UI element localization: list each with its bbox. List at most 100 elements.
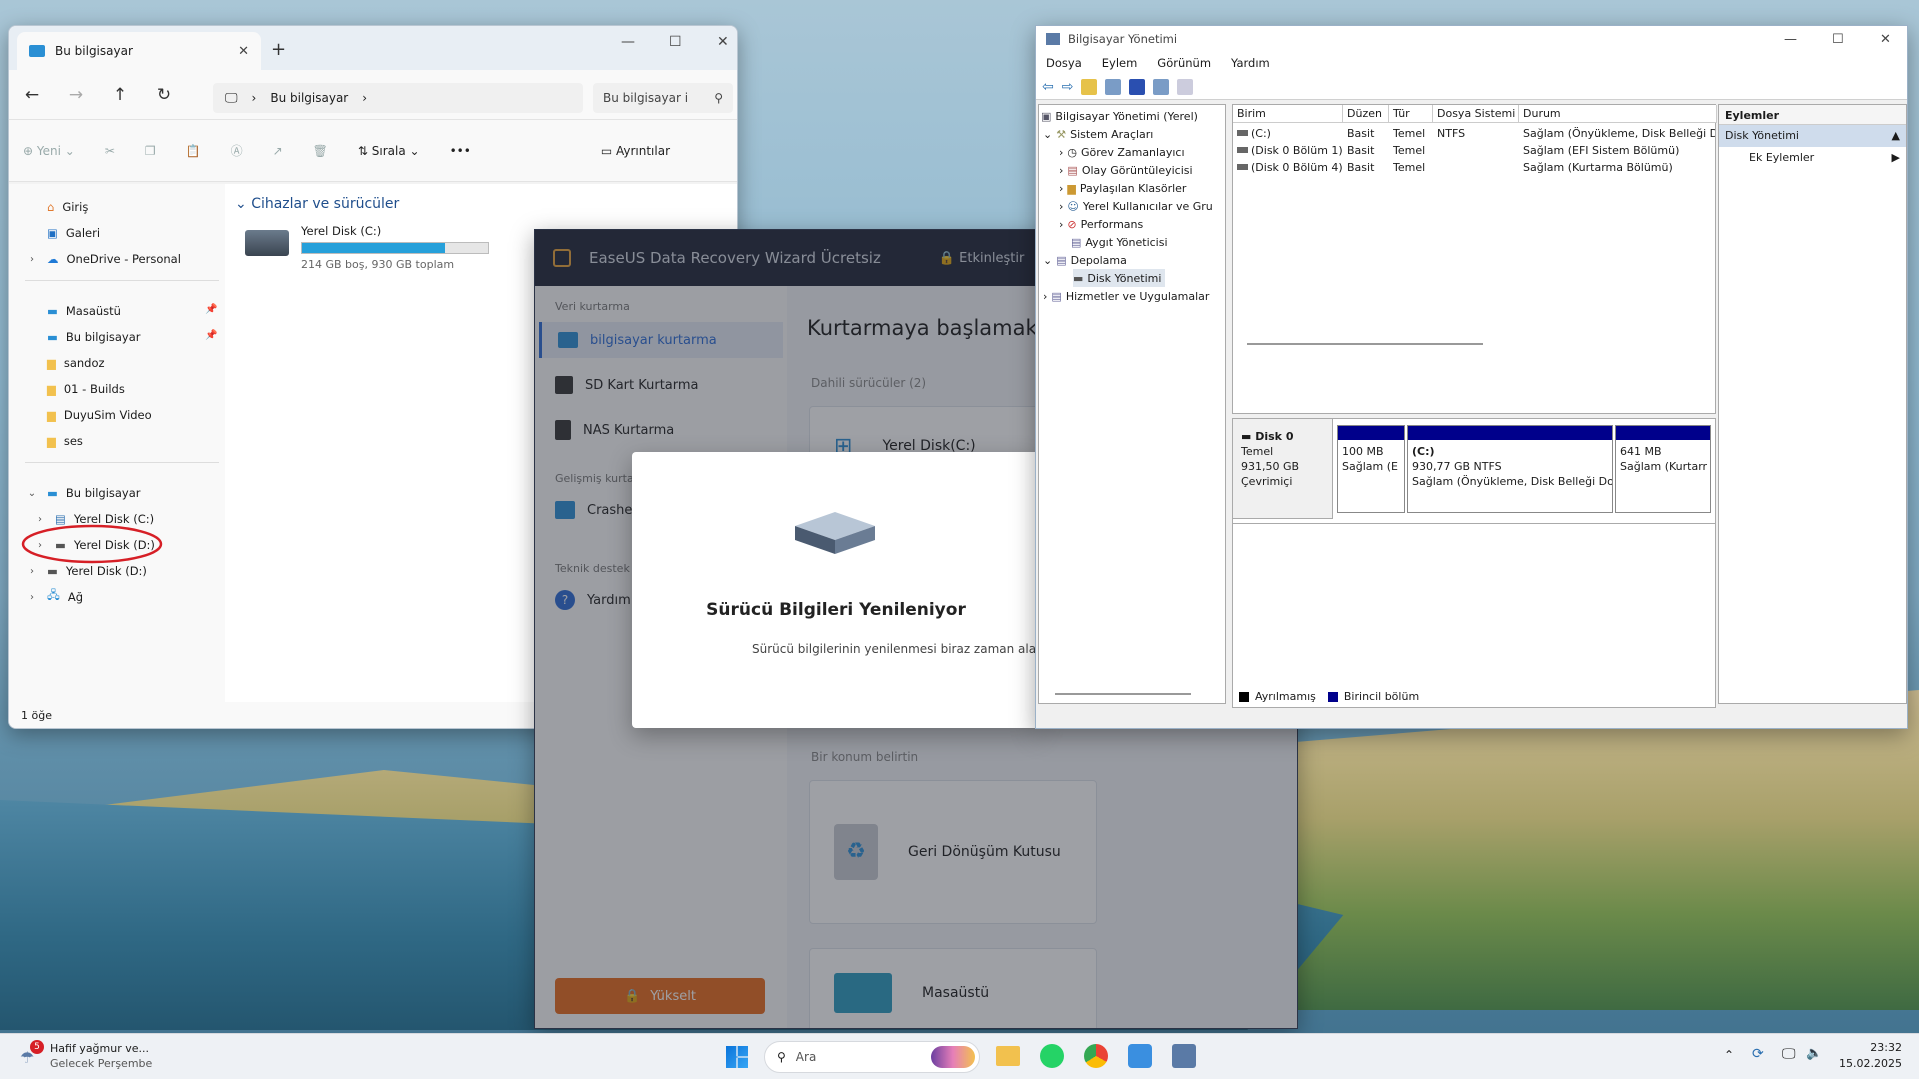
chevron-down-icon[interactable]: ⌄: [1043, 254, 1052, 267]
table-row[interactable]: (C:) Basit Temel NTFS Sağlam (Önyükleme, Dis…: [1233, 125, 1715, 142]
sidebar-item-thispc[interactable]: ⌄ ▬ Bu bilgisayar: [25, 480, 141, 506]
tree-system-tools[interactable]: ⌄ ⚒ Sistem Araçları: [1043, 125, 1153, 143]
table-row[interactable]: (Disk 0 Bölüm 1) Basit Temel Sağlam (EFI Si…: [1233, 142, 1715, 159]
column-header[interactable]: Tür: [1389, 105, 1433, 123]
more-actions-item[interactable]: Ek Eylemler ▶: [1719, 147, 1906, 169]
back-icon[interactable]: ⇦: [1042, 79, 1054, 95]
tree-services[interactable]: › ▤ Hizmetler ve Uygulamalar: [1043, 287, 1209, 305]
minimize-icon[interactable]: —: [621, 34, 635, 50]
help-icon[interactable]: [1129, 78, 1146, 95]
chevron-down-icon[interactable]: ⌄: [1043, 128, 1052, 141]
minimize-icon[interactable]: —: [1784, 32, 1797, 47]
refresh-icon[interactable]: ↻: [155, 85, 173, 105]
volume-icon[interactable]: 🔈: [1806, 1046, 1822, 1061]
sidebar-item-home[interactable]: ⌂ Giriş: [25, 194, 88, 220]
details-button[interactable]: ▭ Ayrıntılar: [601, 144, 670, 158]
tree-device-manager[interactable]: ▤ Aygıt Yöneticisi: [1071, 233, 1168, 251]
weather-widget[interactable]: ☂ 5 Hafif yağmur ve... Gelecek Perşembe: [20, 1040, 190, 1074]
column-header[interactable]: Durum: [1519, 105, 1717, 123]
list-view-icon[interactable]: [1177, 78, 1194, 95]
menu-file[interactable]: Dosya: [1046, 56, 1082, 70]
chevron-right-icon[interactable]: ›: [25, 566, 39, 577]
tree-disk-management[interactable]: ▬ Disk Yönetimi: [1073, 269, 1166, 287]
sidebar-item-desktop[interactable]: ▬ Masaüstü: [25, 298, 121, 324]
properties-icon[interactable]: [1153, 78, 1170, 95]
sidebar-item-thispc-pinned[interactable]: ▬ Bu bilgisayar: [25, 324, 141, 350]
partition-recovery[interactable]: 641 MB Sağlam (Kurtarr: [1615, 425, 1711, 513]
sidebar-item-disk-d-2[interactable]: › ▬ Yerel Disk (D:): [25, 558, 147, 584]
maximize-icon[interactable]: ☐: [669, 34, 682, 50]
partition-efi[interactable]: 100 MB Sağlam (E: [1337, 425, 1405, 513]
chevron-right-icon[interactable]: ›: [25, 254, 39, 265]
chevron-right-icon[interactable]: ›: [1059, 164, 1063, 177]
sidebar-item-duyusim[interactable]: ▆ DuyuSim Video: [25, 402, 152, 428]
chevron-right-icon[interactable]: ›: [1043, 290, 1047, 303]
explorer-tab[interactable]: Bu bilgisayar ✕: [17, 32, 261, 70]
column-header[interactable]: Birim: [1233, 105, 1343, 123]
tree-shared-folders[interactable]: › ▆ Paylaşılan Klasörler: [1059, 179, 1186, 197]
clock[interactable]: 23:32 15.02.2025: [1836, 1040, 1902, 1072]
column-header[interactable]: Düzen: [1343, 105, 1389, 123]
disk-0-info[interactable]: ▬ Disk 0 Temel 931,50 GB Çevrimiçi: [1233, 419, 1333, 519]
sidebar-item-builds[interactable]: ▆ 01 - Builds: [25, 376, 125, 402]
devices-section-header[interactable]: ⌄ Cihazlar ve sürücüler: [235, 196, 399, 212]
forward-icon[interactable]: →: [67, 85, 85, 105]
sort-button[interactable]: ⇅ Sırala ⌄: [358, 144, 420, 158]
show-tree-icon[interactable]: [1105, 78, 1122, 95]
menu-action[interactable]: Eylem: [1102, 56, 1138, 70]
drive-tile-c[interactable]: Yerel Disk (C:) 214 GB boş, 930 GB topla…: [245, 224, 505, 274]
paste-icon[interactable]: 📋: [186, 144, 201, 158]
chevron-right-icon[interactable]: ›: [1059, 146, 1063, 159]
delete-icon[interactable]: 🗑: [313, 144, 328, 158]
network-icon[interactable]: 🖵: [1782, 1046, 1796, 1062]
partition-c[interactable]: (C:) 930,77 GB NTFS Sağlam (Önyükleme, Dis…: [1407, 425, 1613, 513]
tree-local-users[interactable]: › ☺ Yerel Kullanıcılar ve Gru: [1059, 197, 1213, 215]
tree-performance[interactable]: › ⊘ Performans: [1059, 215, 1143, 233]
taskbar-search[interactable]: ⚲ Ara: [764, 1041, 980, 1073]
easeus-taskbar-icon[interactable]: [1128, 1044, 1152, 1068]
sidebar-item-network[interactable]: › 🖧 Ağ: [25, 584, 83, 610]
column-header[interactable]: Dosya Sistemi: [1433, 105, 1519, 123]
horizontal-scrollbar[interactable]: [1055, 693, 1191, 695]
collapse-icon[interactable]: ▲: [1892, 129, 1900, 143]
menu-view[interactable]: Görünüm: [1157, 56, 1211, 70]
file-explorer-taskbar-icon[interactable]: [996, 1046, 1020, 1066]
tree-storage[interactable]: ⌄ ▤ Depolama: [1043, 251, 1127, 269]
chevron-right-icon[interactable]: ›: [1059, 200, 1063, 213]
address-crumb[interactable]: Bu bilgisayar: [270, 91, 348, 105]
rename-icon[interactable]: Ⓐ: [231, 142, 243, 159]
more-icon[interactable]: •••: [450, 144, 471, 158]
back-icon[interactable]: ←: [23, 85, 41, 105]
up-icon[interactable]: ↑: [111, 85, 129, 105]
chrome-icon[interactable]: [1084, 1044, 1108, 1068]
chevron-down-icon[interactable]: ⌄: [25, 488, 39, 499]
copy-icon[interactable]: ❐: [145, 144, 156, 158]
sidebar-item-gallery[interactable]: ▣ Galeri: [25, 220, 100, 246]
search-input[interactable]: Bu bilgisayar i ⚲: [593, 83, 733, 113]
maximize-icon[interactable]: ☐: [1832, 32, 1844, 47]
chevron-up-icon[interactable]: ⌃: [1724, 1048, 1734, 1062]
chevron-right-icon[interactable]: ›: [25, 592, 39, 603]
sync-icon[interactable]: ⟳: [1752, 1046, 1764, 1062]
sidebar-item-sandoz[interactable]: ▆ sandoz: [25, 350, 105, 376]
tree-task-scheduler[interactable]: › ◷ Görev Zamanlayıcı: [1059, 143, 1185, 161]
actions-section[interactable]: Disk Yönetimi ▲: [1719, 125, 1906, 147]
chevron-right-icon[interactable]: ›: [1059, 218, 1063, 231]
menu-help[interactable]: Yardım: [1231, 56, 1270, 70]
new-button[interactable]: ⊕ Yeni ⌄: [23, 144, 75, 158]
share-icon[interactable]: ↗: [273, 144, 283, 158]
tree-root[interactable]: ▣ Bilgisayar Yönetimi (Yerel): [1041, 107, 1198, 125]
close-window-icon[interactable]: ✕: [1880, 32, 1891, 47]
horizontal-scrollbar[interactable]: [1247, 343, 1483, 345]
address-bar[interactable]: 🖵 › Bu bilgisayar ›: [213, 83, 583, 113]
new-tab-icon[interactable]: +: [271, 39, 286, 60]
chevron-right-icon[interactable]: ›: [1059, 182, 1063, 195]
close-window-icon[interactable]: ✕: [717, 34, 729, 50]
forward-icon[interactable]: ⇨: [1062, 79, 1074, 95]
folder-up-icon[interactable]: [1081, 78, 1098, 95]
close-tab-icon[interactable]: ✕: [238, 44, 249, 59]
start-icon[interactable]: [726, 1046, 748, 1068]
sidebar-item-onedrive[interactable]: › ☁ OneDrive - Personal: [25, 246, 181, 272]
whatsapp-icon[interactable]: [1040, 1044, 1064, 1068]
cut-icon[interactable]: ✂: [105, 144, 115, 158]
